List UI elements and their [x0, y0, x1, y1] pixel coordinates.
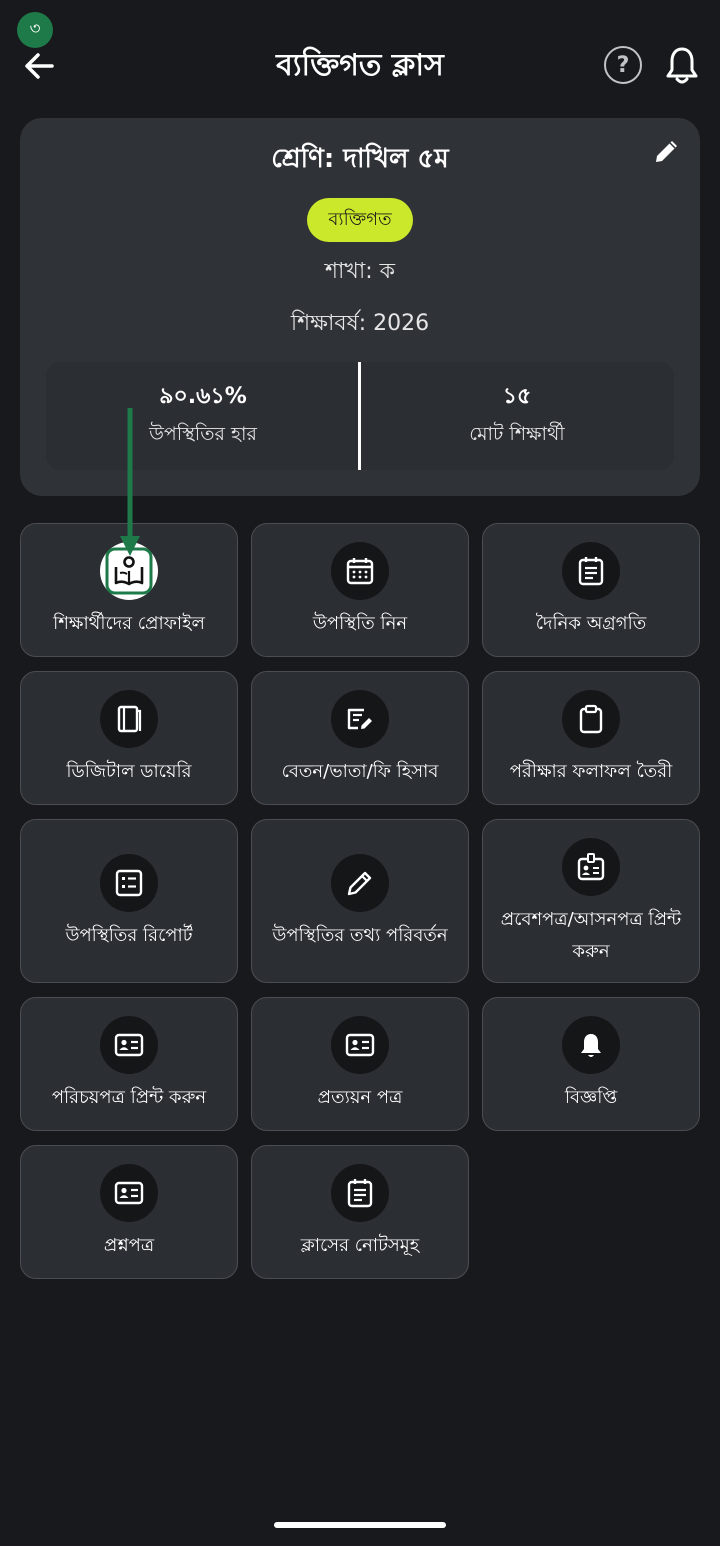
notification-button[interactable]	[662, 44, 702, 86]
attendance-stat: ৯০.৬১% উপস্থিতির হার	[46, 380, 360, 450]
tile-label: ডিজিটাল ডায়েরি	[66, 761, 192, 782]
attendance-rate-label: উপস্থিতির হার	[149, 423, 257, 445]
tile-class-notes[interactable]: ক্লাসের নোটসমূহ	[251, 1145, 469, 1279]
attendance-rate-value: ৯০.৬১%	[159, 384, 247, 409]
bell-icon	[562, 1016, 620, 1074]
tile-notice[interactable]: বিজ্ঞপ্তি	[482, 997, 700, 1131]
fee-edit-icon	[331, 690, 389, 748]
page-title: ব্যক্তিগত ক্লাস	[276, 48, 444, 83]
arrow-left-icon	[25, 53, 54, 79]
total-students-value: ১৫	[502, 384, 532, 409]
back-button[interactable]	[20, 46, 60, 86]
tile-id-card[interactable]: পরিচয়পত্র প্রিন্ট করুন	[20, 997, 238, 1131]
annotation-arrow	[120, 408, 140, 556]
tile-admit-card[interactable]: প্রবেশপত্র/আসনপত্র প্রিন্ট করুন	[482, 819, 700, 983]
notes-icon	[331, 1164, 389, 1222]
calendar-icon	[331, 542, 389, 600]
pencil-icon	[331, 854, 389, 912]
tile-label: প্রবেশপত্র/আসনপত্র প্রিন্ট করুন	[500, 909, 682, 962]
tile-label: উপস্থিতির তথ্য পরিবর্তন	[272, 925, 448, 946]
tile-label: উপস্থিতি নিন	[312, 613, 408, 634]
class-name: শ্রেণি: দাখিল ৫ম	[271, 144, 449, 174]
tile-exam-results[interactable]: পরীক্ষার ফলাফল তৈরী	[482, 671, 700, 805]
section-text: শাখা: ক	[324, 259, 396, 284]
diary-icon	[100, 690, 158, 748]
report-list-icon	[100, 854, 158, 912]
tile-daily-progress[interactable]: দৈনিক অগ্রগতি	[482, 523, 700, 657]
tile-take-attendance[interactable]: উপস্থিতি নিন	[251, 523, 469, 657]
students-stat: ১৫ মোট শিক্ষার্থী	[360, 380, 674, 450]
class-type-badge: ব্যক্তিগত	[307, 198, 413, 242]
tile-label: ক্লাসের নোটসমূহ	[300, 1235, 420, 1256]
tile-certificate[interactable]: প্রত্যয়ন পত্র	[251, 997, 469, 1131]
tile-label: উপস্থিতির রিপোর্ট	[65, 925, 193, 946]
tile-attendance-report[interactable]: উপস্থিতির রিপোর্ট	[20, 819, 238, 983]
id-card-icon	[100, 1016, 158, 1074]
tile-label: প্রত্যয়ন পত্র	[317, 1087, 403, 1108]
tile-label: দৈনিক অগ্রগতি	[535, 613, 647, 634]
academic-year-text: শিক্ষাবর্ষ: 2026	[290, 311, 430, 336]
clipboard-icon	[562, 690, 620, 748]
tile-question-paper[interactable]: প্রশ্নপত্র	[20, 1145, 238, 1279]
tile-label: পরীক্ষার ফলাফল তৈরী	[509, 761, 673, 782]
help-button[interactable]: ?	[604, 46, 642, 84]
step-badge: ৩	[17, 12, 53, 48]
top-bar: ৩ ব্যক্তিগত ক্লাস ?	[0, 0, 720, 120]
tile-label: শিক্ষার্থীদের প্রোফাইল	[53, 613, 205, 634]
app-screen: ৩ ব্যক্তিগত ক্লাস ? শ্রেণি: দাখিল ৫ম ব্য…	[0, 0, 720, 1546]
tile-label: বেতন/ভাতা/ফি হিসাব	[281, 761, 439, 782]
tile-label: প্রশ্নপত্র	[103, 1235, 155, 1256]
tile-label: বিজ্ঞপ্তি	[564, 1087, 618, 1108]
total-students-label: মোট শিক্ষার্থী	[469, 423, 565, 445]
certificate-icon	[331, 1016, 389, 1074]
admit-card-icon	[562, 838, 620, 896]
question-paper-icon	[100, 1164, 158, 1222]
daily-progress-icon	[562, 542, 620, 600]
tile-label: পরিচয়পত্র প্রিন্ট করুন	[51, 1087, 207, 1108]
tile-fee-accounts[interactable]: বেতন/ভাতা/ফি হিসাব	[251, 671, 469, 805]
tile-digital-diary[interactable]: ডিজিটাল ডায়েরি	[20, 671, 238, 805]
bell-outline-icon	[666, 47, 698, 84]
home-indicator[interactable]	[274, 1522, 446, 1528]
tile-edit-attendance[interactable]: উপস্থিতির তথ্য পরিবর্তন	[251, 819, 469, 983]
